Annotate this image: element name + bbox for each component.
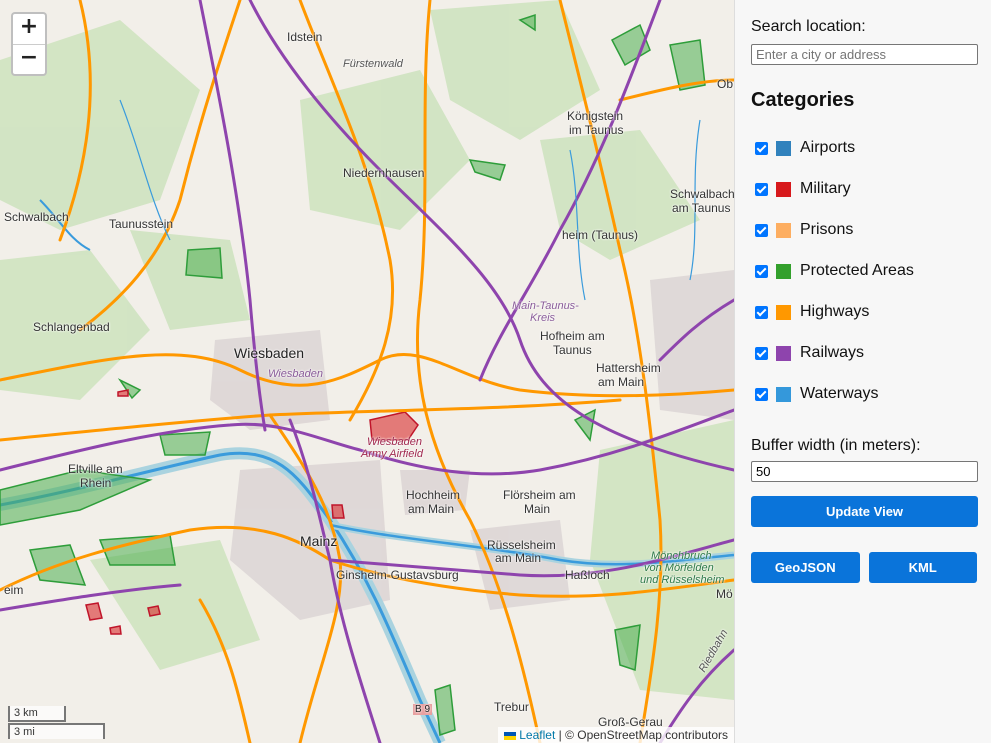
buffer-input[interactable]	[751, 461, 978, 482]
category-item-railways[interactable]: Railways	[751, 330, 977, 376]
place-label: Mönchbruch	[651, 550, 712, 562]
place-label: und Rüsselsheim	[640, 574, 725, 586]
checkbox[interactable]	[755, 346, 768, 360]
place-label: Mö	[716, 587, 733, 601]
place-label: Hattersheim	[596, 361, 661, 375]
place-label: Taunus	[553, 343, 592, 357]
place-label: am Main	[408, 502, 455, 516]
category-item-airports[interactable]: Airports	[751, 125, 977, 171]
color-swatch	[776, 263, 791, 279]
place-label: von Mörfelden	[644, 562, 714, 574]
place-label: Hofheim am	[540, 329, 605, 343]
sidebar-panel: Search location: Categories Airports Mil…	[734, 0, 991, 743]
category-list: Airports Military Prisons Protected Area…	[751, 125, 977, 417]
leaflet-link[interactable]: Leaflet	[519, 728, 555, 742]
category-label: Prisons	[800, 221, 854, 238]
category-label: Military	[800, 180, 851, 197]
search-input[interactable]	[751, 44, 978, 65]
place-label: am Main	[598, 375, 645, 389]
update-view-button[interactable]: Update View	[751, 496, 978, 527]
kml-button[interactable]: KML	[868, 552, 977, 583]
category-item-waterways[interactable]: Waterways	[751, 371, 977, 417]
place-label: Fürstenwald	[343, 58, 403, 70]
place-label: Army Airfield	[361, 448, 423, 460]
category-item-prisons[interactable]: Prisons	[751, 207, 977, 253]
place-label: Wiesbaden	[268, 368, 323, 380]
city-label: Wiesbaden	[234, 345, 305, 361]
category-label: Airports	[800, 139, 856, 156]
place-label: Schwalbach	[4, 210, 69, 224]
category-item-protected-areas[interactable]: Protected Areas	[751, 248, 977, 294]
place-label: Main	[524, 502, 551, 516]
place-label: Schlangenbad	[33, 320, 110, 334]
color-swatch	[776, 386, 791, 402]
search-label: Search location:	[751, 18, 866, 35]
checkbox[interactable]	[755, 387, 768, 401]
city-label: Mainz	[300, 533, 338, 549]
color-swatch	[776, 181, 791, 197]
place-label: Niedernhausen	[343, 166, 425, 180]
road-shield: B 9	[413, 704, 433, 715]
place-label: Flörsheim am	[503, 488, 576, 502]
checkbox[interactable]	[755, 305, 768, 319]
scale-imperial: 3 mi	[8, 723, 105, 739]
zoom-in-button[interactable]: +	[13, 14, 45, 44]
place-label: Wiesbaden	[367, 436, 422, 448]
place-label: im Taunus	[569, 123, 624, 137]
attribution: Leaflet | © OpenStreetMap contributors	[498, 727, 734, 743]
place-label: am Taunus	[672, 201, 731, 215]
place-label: Rhein	[80, 476, 112, 490]
color-swatch	[776, 140, 791, 156]
place-label: Eltville am	[68, 462, 123, 476]
category-label: Protected Areas	[800, 262, 914, 279]
zoom-out-button[interactable]: −	[13, 44, 45, 74]
scale-bar: 3 km 3 mi	[8, 706, 105, 739]
category-label: Waterways	[800, 385, 879, 402]
scale-metric: 3 km	[8, 706, 66, 722]
place-label: Ob	[717, 77, 734, 91]
place-label: Trebur	[494, 700, 529, 714]
place-label: Idstein	[287, 30, 323, 44]
place-label: am Main	[495, 551, 542, 565]
map[interactable]: Idstein Fürstenwald Königstein im Taunus…	[0, 0, 734, 743]
category-label: Highways	[800, 303, 870, 320]
place-label: Schwalbach	[670, 187, 734, 201]
checkbox[interactable]	[755, 182, 768, 196]
place-label: Main-Taunus-	[512, 300, 579, 312]
place-label: Königstein	[567, 109, 624, 123]
checkbox[interactable]	[755, 141, 768, 155]
color-swatch	[776, 304, 791, 320]
checkbox[interactable]	[755, 223, 768, 237]
category-item-military[interactable]: Military	[751, 166, 977, 212]
ukraine-flag-icon	[504, 731, 517, 740]
categories-title: Categories	[751, 89, 855, 111]
place-label: Haßloch	[565, 568, 610, 582]
place-label: eim	[4, 583, 24, 597]
attribution-text: | © OpenStreetMap contributors	[558, 728, 728, 742]
color-swatch	[776, 345, 791, 361]
color-swatch	[776, 222, 791, 238]
zoom-control: + −	[11, 12, 47, 76]
buffer-label: Buffer width (in meters):	[751, 437, 921, 454]
geojson-button[interactable]: GeoJSON	[751, 552, 860, 583]
place-label: Hochheim	[406, 488, 461, 502]
checkbox[interactable]	[755, 264, 768, 278]
place-label: Kreis	[530, 312, 556, 324]
place-label: heim (Taunus)	[562, 228, 639, 242]
export-buttons: GeoJSON KML	[751, 552, 977, 583]
place-label: Rüsselsheim	[487, 538, 556, 552]
place-label: Taunusstein	[109, 217, 174, 231]
category-item-highways[interactable]: Highways	[751, 289, 977, 335]
category-label: Railways	[800, 344, 865, 361]
place-label: Ginsheim-Gustavsburg	[336, 568, 459, 582]
